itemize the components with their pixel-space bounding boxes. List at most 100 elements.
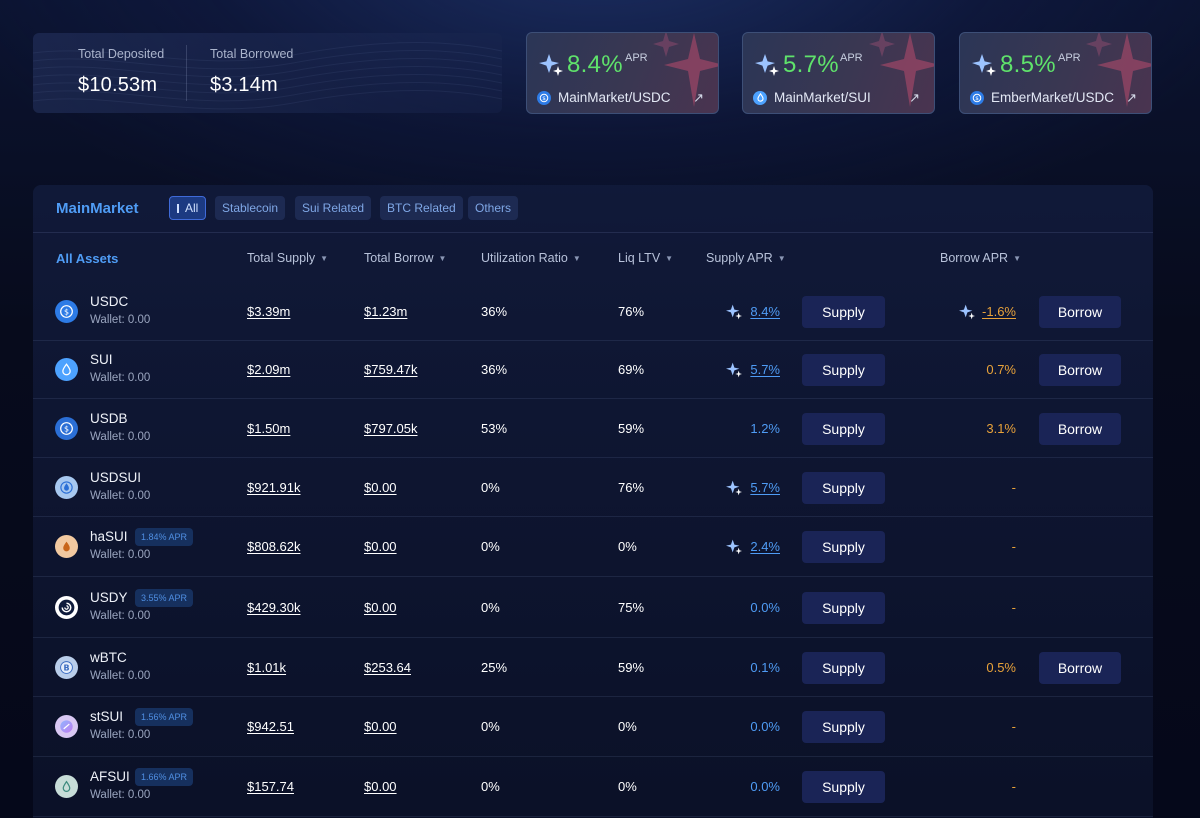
supply-button[interactable]: Supply	[802, 296, 885, 328]
promo-market-name: EmberMarket/USDC	[991, 90, 1115, 105]
promo-market-link[interactable]: MainMarket/SUI	[753, 90, 871, 105]
liq-ltv-value: 76%	[618, 304, 645, 319]
supply-button[interactable]: Supply	[802, 771, 885, 803]
sparkle-watermark-icon	[860, 33, 934, 113]
promo-market-name: MainMarket/USDC	[558, 90, 671, 105]
asset-apr-badge: 1.56% APR	[135, 708, 194, 726]
total-borrow-value[interactable]: $0.00	[364, 719, 397, 734]
promo-card[interactable]: 5.7% APR MainMarket/SUI ↗	[742, 32, 935, 114]
column-total-supply-label: Total Supply	[247, 251, 316, 265]
promo-market-link[interactable]: $ EmberMarket/USDC	[970, 90, 1114, 105]
borrow-button[interactable]: Borrow	[1039, 412, 1121, 445]
total-borrow-value[interactable]: $0.00	[364, 480, 397, 495]
promo-apr-label: APR	[1058, 52, 1081, 64]
supply-button[interactable]: Supply	[802, 651, 885, 684]
asset-wallet-balance: Wallet: 0.00	[90, 549, 151, 561]
column-borrow-apr[interactable]: Borrow APR ▼	[940, 251, 1021, 265]
total-deposited-value: $10.53m	[78, 74, 158, 96]
total-supply-value[interactable]: $808.62k	[247, 539, 301, 554]
asset-name: stSUI	[90, 709, 124, 724]
borrow-apr-value: -	[1011, 479, 1016, 495]
supply-button[interactable]: Supply	[802, 412, 885, 445]
sparkle-icon	[959, 304, 975, 325]
promo-apr-label: APR	[840, 52, 863, 64]
utilization-value: 53%	[481, 420, 508, 436]
supply-button[interactable]: Supply	[802, 531, 885, 563]
filter-stablecoin[interactable]: Stablecoin	[215, 196, 286, 220]
total-borrowed: Total Borrowed $3.14m	[210, 47, 293, 97]
total-borrowed-value: $3.14m	[210, 74, 278, 96]
borrow-button[interactable]: Borrow	[1039, 296, 1121, 328]
total-borrow-value[interactable]: $0.00	[364, 539, 397, 554]
total-borrow-value[interactable]: $0.00	[364, 600, 397, 615]
promo-card[interactable]: 8.4% APR $ MainMarket/USDC ↗	[526, 32, 719, 114]
asset-apr-badge: 1.84% APR	[135, 528, 194, 546]
supply-apr-value[interactable]: 5.7%	[750, 362, 780, 377]
supply-button[interactable]: Supply	[802, 471, 885, 504]
asset-name: USDSUI	[90, 469, 142, 485]
column-total-supply[interactable]: Total Supply ▼	[247, 251, 328, 265]
promo-apr-value: 5.7%	[783, 51, 839, 78]
promo-card[interactable]: 8.5% APR $ EmberMarket/USDC ↗	[959, 32, 1152, 114]
external-link-icon[interactable]: ↗	[909, 90, 920, 106]
promo-market-name: MainMarket/SUI	[774, 90, 871, 105]
column-all-assets: All Assets	[56, 251, 119, 266]
utilization-value: 0%	[481, 719, 500, 734]
usdsui-coin-icon	[55, 475, 78, 499]
filter-others[interactable]: Others	[468, 196, 519, 220]
total-supply-value[interactable]: $2.09m	[247, 362, 290, 377]
supply-apr-value[interactable]: 8.4%	[750, 304, 780, 319]
sparkle-icon	[726, 539, 742, 560]
asset-wallet-balance: Wallet: 0.00	[90, 609, 151, 622]
asset-wallet-balance: Wallet: 0.00	[90, 669, 151, 682]
total-supply-value[interactable]: $429.30k	[247, 600, 301, 615]
column-total-borrow[interactable]: Total Borrow ▼	[364, 251, 446, 265]
borrow-button[interactable]: Borrow	[1039, 354, 1121, 386]
total-supply-value[interactable]: $3.39m	[247, 304, 290, 319]
total-borrow-value[interactable]: $253.64	[364, 660, 411, 675]
total-supply-value[interactable]: $921.91k	[247, 480, 301, 495]
usdy-coin-icon	[55, 595, 78, 619]
sparkle-icon	[755, 53, 779, 82]
filter-sui-related[interactable]: Sui Related	[295, 196, 372, 220]
sort-caret-icon: ▼	[777, 254, 786, 263]
total-supply-value[interactable]: $1.01k	[247, 660, 286, 675]
total-borrow-value[interactable]: $797.05k	[364, 421, 418, 436]
supply-button[interactable]: Supply	[802, 354, 885, 386]
borrow-button[interactable]: Borrow	[1039, 651, 1121, 684]
liq-ltv-value: 59%	[618, 659, 645, 675]
column-liq-ltv[interactable]: Liq LTV ▼	[618, 251, 673, 265]
total-borrow-value[interactable]: $0.00	[364, 779, 397, 794]
asset-wallet-balance: Wallet: 0.00	[90, 789, 151, 801]
asset-wallet-balance: Wallet: 0.00	[90, 430, 151, 443]
asset-name: USDB	[90, 410, 128, 426]
supply-apr-value[interactable]: 2.4%	[750, 539, 780, 554]
liq-ltv-value: 0%	[618, 539, 637, 554]
supply-button[interactable]: Supply	[802, 711, 885, 743]
column-liq-ltv-label: Liq LTV	[618, 251, 661, 265]
filter-btc-related[interactable]: BTC Related	[380, 196, 463, 220]
supply-apr-value: 0.0%	[750, 779, 780, 794]
sort-caret-icon: ▼	[1013, 254, 1022, 263]
filter-all[interactable]: All	[169, 196, 207, 220]
total-borrow-value[interactable]: $759.47k	[364, 362, 418, 377]
usdc-coin-icon: $	[55, 300, 78, 323]
column-utilization[interactable]: Utilization Ratio ▼	[481, 251, 581, 265]
external-link-icon[interactable]: ↗	[1126, 90, 1137, 106]
supply-apr-value[interactable]: 5.7%	[750, 480, 780, 495]
total-supply-value[interactable]: $942.51	[247, 719, 294, 734]
borrow-apr-value: 3.1%	[986, 420, 1016, 436]
column-supply-apr[interactable]: Supply APR ▼	[706, 251, 786, 265]
wbtc-coin-icon: B	[55, 655, 78, 679]
asset-name: USDY	[90, 589, 128, 605]
total-supply-value[interactable]: $1.50m	[247, 421, 290, 436]
promo-market-link[interactable]: $ MainMarket/USDC	[537, 90, 671, 105]
total-supply-value[interactable]: $157.74	[247, 779, 294, 794]
svg-text:$: $	[975, 96, 979, 102]
usdc-coin-icon: $	[970, 90, 984, 105]
borrow-apr-value[interactable]: -1.6%	[982, 304, 1016, 319]
external-link-icon[interactable]: ↗	[693, 90, 704, 106]
total-borrow-value[interactable]: $1.23m	[364, 304, 407, 319]
supply-apr-value: 1.2%	[750, 420, 780, 436]
supply-button[interactable]: Supply	[802, 591, 885, 624]
